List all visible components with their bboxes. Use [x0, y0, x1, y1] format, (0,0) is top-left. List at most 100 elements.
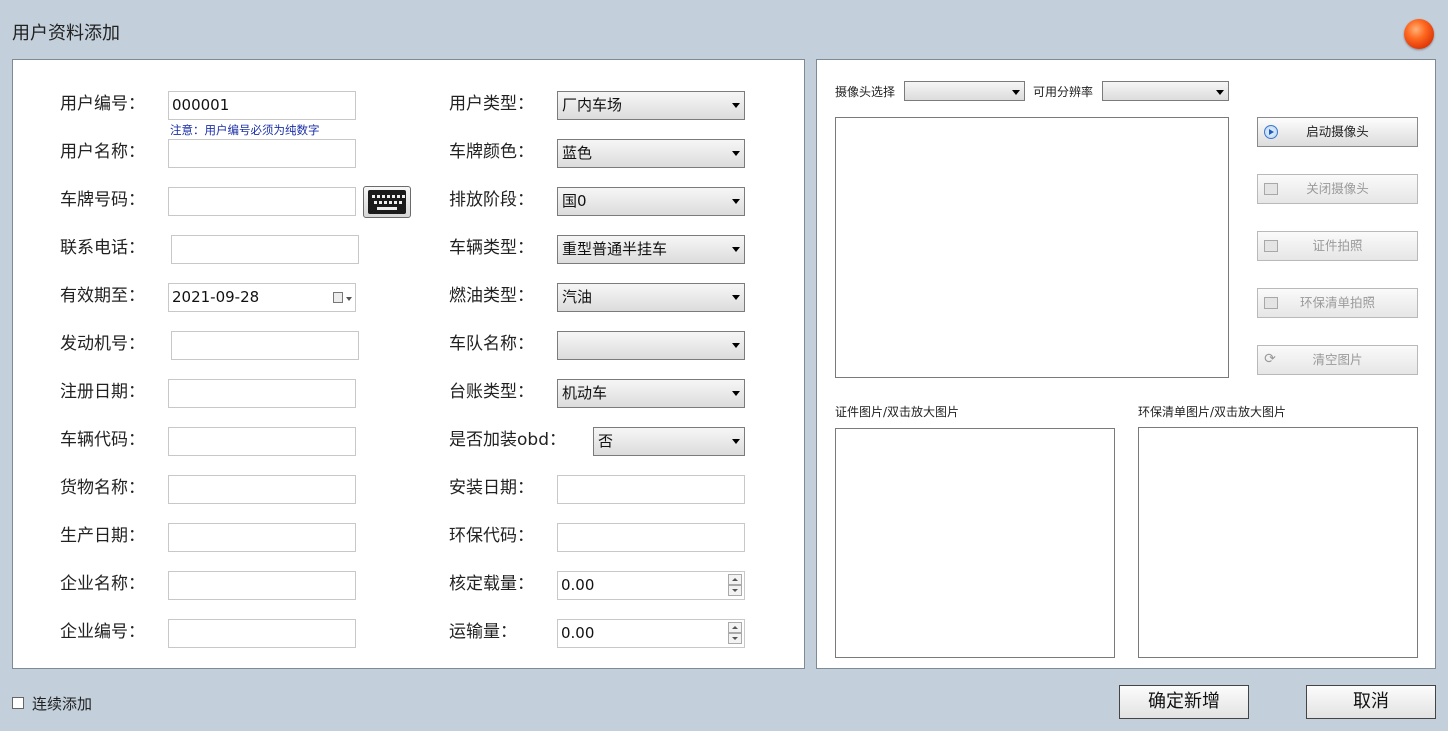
env-image-label: 环保清单图片/双击放大图片 — [1138, 405, 1287, 419]
label-phone: 联系电话： — [60, 238, 145, 258]
user-type-select[interactable]: 厂内车场 — [557, 91, 745, 120]
cancel-button[interactable]: 取消 — [1306, 685, 1436, 719]
label-fuel-type: 燃油类型： — [449, 286, 534, 306]
chevron-down-icon — [732, 247, 740, 252]
vehicle-type-value: 重型普通半挂车 — [562, 240, 668, 258]
env-image-box[interactable] — [1138, 427, 1418, 658]
production-date-input[interactable] — [168, 523, 356, 552]
plate-color-select[interactable]: 蓝色 — [557, 139, 745, 168]
refresh-icon: ⟳ — [1264, 351, 1276, 367]
chevron-down-icon — [1012, 90, 1020, 95]
label-company-id: 企业编号： — [60, 622, 145, 642]
chevron-down-icon — [732, 295, 740, 300]
stepper-arrows[interactable] — [728, 622, 742, 645]
id-photo-button[interactable]: 证件拍照 — [1257, 231, 1418, 261]
env-code-input[interactable] — [557, 523, 745, 552]
resolution-label: 可用分辨率 — [1033, 85, 1094, 99]
start-camera-label: 启动摄像头 — [1306, 124, 1369, 139]
transport-volume-value: 0.00 — [561, 624, 595, 642]
id-image-box[interactable] — [835, 428, 1115, 658]
keyboard-button[interactable] — [363, 186, 411, 218]
vehicle-type-select[interactable]: 重型普通半挂车 — [557, 235, 745, 264]
id-image-label: 证件图片/双击放大图片 — [835, 405, 960, 419]
expiry-date-picker[interactable]: 2021-09-28 — [168, 283, 356, 312]
continuous-add-label: 连续添加 — [32, 695, 93, 713]
chevron-down-icon — [1216, 90, 1224, 95]
user-id-input[interactable]: 000001 — [168, 91, 356, 120]
transport-volume-stepper[interactable]: 0.00 — [557, 619, 745, 648]
obd-installed-value: 否 — [598, 432, 614, 450]
chevron-down-icon[interactable] — [728, 585, 742, 596]
chevron-down-icon — [732, 103, 740, 108]
rated-load-stepper[interactable]: 0.00 — [557, 571, 745, 600]
camera-select[interactable] — [904, 81, 1025, 101]
clear-images-button[interactable]: ⟳ 清空图片 — [1257, 345, 1418, 375]
chevron-up-icon[interactable] — [728, 574, 742, 585]
phone-input[interactable] — [171, 235, 359, 264]
chevron-down-icon[interactable] — [346, 297, 352, 301]
label-user-id: 用户编号： — [60, 94, 145, 114]
user-id-note: 注意：用户编号必须为纯数字 — [170, 123, 320, 137]
label-production-date: 生产日期： — [60, 526, 145, 546]
play-icon — [1264, 125, 1278, 139]
company-id-input[interactable] — [168, 619, 356, 648]
photo-icon — [1264, 297, 1278, 309]
continuous-add-checkbox[interactable] — [12, 697, 24, 709]
label-plate-color: 车牌颜色： — [449, 142, 534, 162]
stop-camera-button[interactable]: 关闭摄像头 — [1257, 174, 1418, 204]
chevron-down-icon — [732, 151, 740, 156]
ledger-type-select[interactable]: 机动车 — [557, 379, 745, 408]
user-name-input[interactable] — [168, 139, 356, 168]
id-photo-label: 证件拍照 — [1312, 238, 1363, 253]
video-icon — [1264, 183, 1278, 195]
label-register-date: 注册日期： — [60, 382, 145, 402]
stepper-arrows[interactable] — [728, 574, 742, 597]
resolution-select[interactable] — [1102, 81, 1229, 101]
engine-number-input[interactable] — [171, 331, 359, 360]
label-expiry-date: 有效期至： — [60, 286, 145, 306]
chevron-down-icon — [732, 391, 740, 396]
install-date-input[interactable] — [557, 475, 745, 504]
camera-preview — [835, 117, 1229, 378]
register-date-input[interactable] — [168, 379, 356, 408]
label-transport-volume: 运输量： — [449, 622, 517, 642]
chevron-down-icon[interactable] — [728, 633, 742, 644]
company-name-input[interactable] — [168, 571, 356, 600]
fuel-type-select[interactable]: 汽油 — [557, 283, 745, 312]
window-title: 用户资料添加 — [12, 23, 120, 44]
chevron-down-icon — [732, 343, 740, 348]
label-cargo-name: 货物名称： — [60, 478, 145, 498]
keyboard-icon — [368, 190, 406, 214]
vehicle-code-input[interactable] — [168, 427, 356, 456]
label-rated-load: 核定载量： — [449, 574, 534, 594]
chevron-up-icon[interactable] — [728, 622, 742, 633]
label-vehicle-code: 车辆代码： — [60, 430, 145, 450]
label-vehicle-type: 车辆类型： — [449, 238, 534, 258]
chevron-down-icon — [732, 439, 740, 444]
fleet-name-select[interactable] — [557, 331, 745, 360]
env-photo-label: 环保清单拍照 — [1299, 295, 1375, 310]
camera-select-label: 摄像头选择 — [835, 85, 896, 99]
ledger-type-value: 机动车 — [562, 384, 608, 402]
obd-installed-select[interactable]: 否 — [593, 427, 745, 456]
calendar-icon[interactable] — [333, 292, 343, 303]
start-camera-button[interactable]: 启动摄像头 — [1257, 117, 1418, 147]
label-env-code: 环保代码： — [449, 526, 534, 546]
fuel-type-value: 汽油 — [562, 288, 593, 306]
label-user-type: 用户类型： — [449, 94, 534, 114]
emission-stage-value: 国0 — [562, 192, 587, 210]
close-orb-icon[interactable] — [1404, 19, 1434, 49]
label-plate-number: 车牌号码： — [60, 190, 145, 210]
user-type-value: 厂内车场 — [562, 96, 623, 114]
cargo-name-input[interactable] — [168, 475, 356, 504]
confirm-add-button[interactable]: 确定新增 — [1119, 685, 1249, 719]
label-obd-installed: 是否加装obd： — [449, 430, 566, 450]
plate-number-input[interactable] — [168, 187, 356, 216]
label-user-name: 用户名称： — [60, 142, 145, 162]
env-photo-button[interactable]: 环保清单拍照 — [1257, 288, 1418, 318]
label-engine-number: 发动机号： — [60, 334, 145, 354]
label-install-date: 安装日期： — [449, 478, 534, 498]
label-company-name: 企业名称： — [60, 574, 145, 594]
emission-stage-select[interactable]: 国0 — [557, 187, 745, 216]
clear-images-label: 清空图片 — [1312, 352, 1363, 367]
